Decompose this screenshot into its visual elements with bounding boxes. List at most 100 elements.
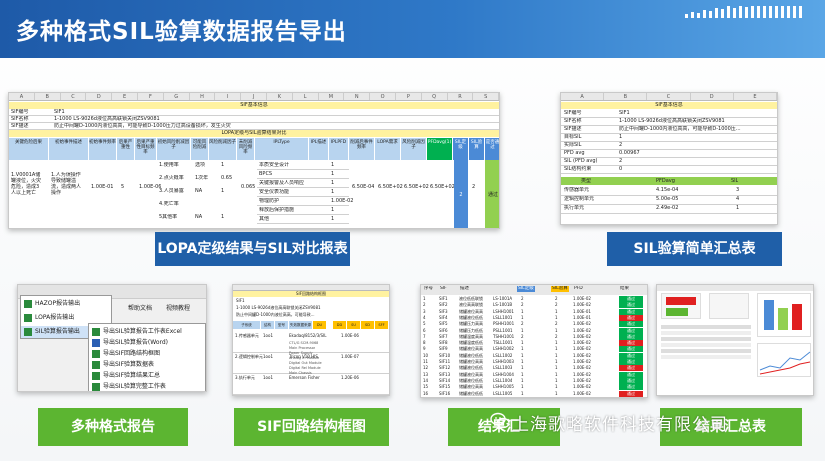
result-level: 1 xyxy=(521,384,524,390)
submenu-item-label: 导出SIL验算报告工作表Excel xyxy=(103,328,182,335)
column-letter: F xyxy=(138,93,164,100)
column-letter: S xyxy=(473,93,499,100)
column-letter: Q xyxy=(422,93,448,100)
pfd-row-sil: 1 xyxy=(736,205,740,211)
factor-value: 1 xyxy=(221,188,225,194)
excel-icon xyxy=(92,382,100,391)
initiating-event-cell: 1.人为误操作导致储罐溢流，造成两人操作 xyxy=(51,172,82,196)
factor-name: 2.点火概率 xyxy=(159,175,184,181)
submenu-item-label: 导出SIL验算报告(Word) xyxy=(103,339,169,346)
result-tag: PSLL1001 xyxy=(493,327,513,333)
pfd-row-value: 5.00e-05 xyxy=(656,196,679,202)
loop-rate: 1.00E-07 xyxy=(341,354,359,359)
result-col-head: SIL验算 xyxy=(551,286,569,292)
result-desc: 储罐液位高高 xyxy=(459,308,483,314)
pfd-table-head: 类型 xyxy=(581,178,592,184)
lopa-header-cell: 后果严重性 xyxy=(117,138,134,160)
summary-key: 目标SIL xyxy=(564,134,582,140)
result-pfd: 1.00E-02 xyxy=(573,296,591,301)
pfd-cell: 6.50E+02 xyxy=(430,184,455,190)
toolbar-video[interactable]: 视频教程 xyxy=(166,303,190,312)
loop-col-head: 型号 xyxy=(275,321,288,329)
result-sif: SIF3 xyxy=(439,308,448,314)
result-level: 2 xyxy=(521,296,524,301)
submenu-item[interactable]: 导出SIF验算数据表 xyxy=(89,359,205,370)
lopa-header-cell: 是否通过 xyxy=(485,138,499,160)
result-desc: 储罐压力低低 xyxy=(459,327,483,333)
sil-calc-cell: 2 xyxy=(472,184,476,190)
excel-icon xyxy=(24,328,32,336)
word-icon xyxy=(92,338,100,347)
result-desc: 储罐液位低低 xyxy=(459,365,483,371)
summary-key: SIL结构约束 xyxy=(564,166,592,172)
result-desc: 储罐温度低低 xyxy=(459,340,483,346)
lopa-header-cell: 可能风险削减 xyxy=(191,138,208,160)
result-pfd: 1.00E-01 xyxy=(573,308,591,314)
summary-value: 0 xyxy=(619,166,623,172)
result-num: 8 xyxy=(423,340,426,346)
submenu-item[interactable]: 导出SIF回路结构框图 xyxy=(89,348,205,359)
result-status: 通过 xyxy=(619,371,643,378)
result-num: 6 xyxy=(423,327,426,333)
column-letter: B xyxy=(604,93,648,100)
column-letter: M xyxy=(319,93,345,100)
result-tag: LSHH1003 xyxy=(493,359,514,364)
result-calc: 1 xyxy=(555,384,558,390)
excel-icon xyxy=(24,300,32,308)
green-bar xyxy=(666,308,688,316)
loop-subsystem: 1.传感器单元 xyxy=(235,333,259,338)
result-num: 2 xyxy=(423,302,426,308)
ipl-type: 释放后保护措施 xyxy=(259,207,295,213)
result-pfd: 1.00E-02 xyxy=(573,327,591,333)
result-calc: 1 xyxy=(555,390,558,396)
column-letter: C xyxy=(61,93,87,100)
submenu-item[interactable]: 导出SIL验算报告工作表Excel xyxy=(89,326,205,337)
result-status: 通过 xyxy=(619,333,643,340)
sil-summary-label: SIL验算简单汇总表 xyxy=(607,232,782,266)
result-num: 12 xyxy=(423,365,429,371)
result-level: 1 xyxy=(521,346,524,352)
grid-line xyxy=(257,169,349,170)
ipl-type: 安全仪表功能 xyxy=(259,189,290,195)
factor-option: 1次年 xyxy=(195,175,209,181)
result-calc: 1 xyxy=(555,327,558,333)
submenu-item[interactable]: 导出SIF验算结果汇总 xyxy=(89,370,205,381)
ipl-type: 关键报警及人员响应 xyxy=(259,180,305,186)
result-level: 2 xyxy=(521,321,524,327)
result-col-head: 序号 xyxy=(424,286,433,291)
result-level: 1 xyxy=(521,314,524,320)
lopa-header-cell: 削减后事件频率 xyxy=(349,138,374,160)
result-desc: 储罐压力高高 xyxy=(459,321,483,327)
result-calc: 1 xyxy=(555,371,558,377)
result-sif: SIF16 xyxy=(439,390,451,396)
result-tag: LSLL1004 xyxy=(493,377,513,383)
grid-line xyxy=(257,187,349,188)
loop-rate: 1.20E-06 xyxy=(341,375,359,380)
menu-item-hazop[interactable]: HAZOP报告输出 xyxy=(21,298,111,310)
summary-key: SIF名称 xyxy=(564,118,582,124)
loop-structure: 1oo1 xyxy=(263,375,273,380)
grid-line xyxy=(257,205,349,206)
result-pfd: 1.00E-02 xyxy=(573,371,591,377)
result-num: 15 xyxy=(423,384,429,390)
submenu-item[interactable]: 导出SIL验算完整工作表 xyxy=(89,381,205,391)
result-num: 3 xyxy=(423,308,426,314)
submenu-item[interactable]: 导出SIL验算报告(Word) xyxy=(89,337,205,348)
result-sif: SIF2 xyxy=(439,302,448,308)
loop-rate: 1.00E-06 xyxy=(341,333,359,338)
excel-icon xyxy=(92,360,100,369)
lopa-req-cell: 6.50E+02 xyxy=(378,184,403,190)
result-status: 通过 xyxy=(619,365,643,372)
header-bars-decoration xyxy=(685,6,805,18)
submenu-item-label: 导出SIL验算完整工作表 xyxy=(103,383,166,390)
lopa-header-cell: 未削减风险频率 xyxy=(237,138,254,160)
result-pfd: 1.00E-02 xyxy=(573,352,591,358)
ipl-type: BPCS xyxy=(259,171,273,177)
ipl-type: 本质安全设计 xyxy=(259,162,290,168)
result-tag: TSLL1001 xyxy=(493,340,513,346)
result-level: 1 xyxy=(521,377,524,383)
toolbar-help[interactable]: 帮助文档 xyxy=(128,303,152,312)
result-calc: 1 xyxy=(555,346,558,352)
pfd-row-value: 4.15e-04 xyxy=(656,187,679,193)
result-sif: SIF9 xyxy=(439,346,448,352)
